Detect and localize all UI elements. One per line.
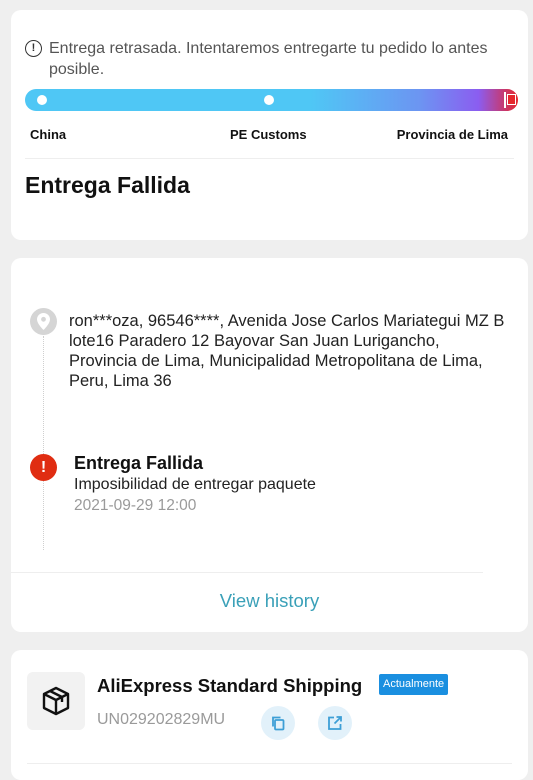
delivery-address: ron***oza, 96546****, Avenida Jose Carlo… [69,312,505,390]
stage-label-destination: Provincia de Lima [396,127,508,142]
shipping-card: AliExpress Standard Shipping Actualmente… [11,650,528,780]
timeline-line [43,336,44,550]
tracking-number: UN029202829MU [97,711,226,728]
event-title: Entrega Fallida [74,453,204,473]
stage-dot-china [37,95,47,105]
stage-dot-customs [264,95,274,105]
view-history-link[interactable]: View history [11,590,528,612]
delivery-status-card: ! Entrega retrasada. Intentaremos entreg… [11,10,528,240]
delay-notice-text: Entrega retrasada. Intentaremos entregar… [49,40,488,78]
destination-flag-icon [502,92,516,108]
current-badge: Actualmente [379,674,449,695]
stage-label-china: China [30,127,67,142]
status-title: Entrega Fallida [25,172,190,198]
event-description: Imposibilidad de entregar paquete [74,476,316,493]
copy-icon [272,716,285,731]
delay-notice: ! Entrega retrasada. Intentaremos entreg… [25,38,495,80]
tracking-card: ron***oza, 96546****, Avenida Jose Carlo… [11,258,528,632]
stage-label-customs: PE Customs [230,127,307,142]
event-time: 2021-09-29 12:00 [74,497,197,514]
exclamation-icon: ! [30,454,57,481]
progress-bar [25,89,518,111]
package-icon [27,672,85,730]
open-tracking-button[interactable] [318,706,352,740]
external-link-icon [328,716,342,730]
carrier-name: AliExpress Standard Shipping [97,675,363,696]
divider [11,572,483,573]
divider [27,763,512,764]
location-pin-icon [30,308,57,335]
info-icon: ! [25,40,42,57]
copy-button[interactable] [261,706,295,740]
divider [25,158,514,159]
